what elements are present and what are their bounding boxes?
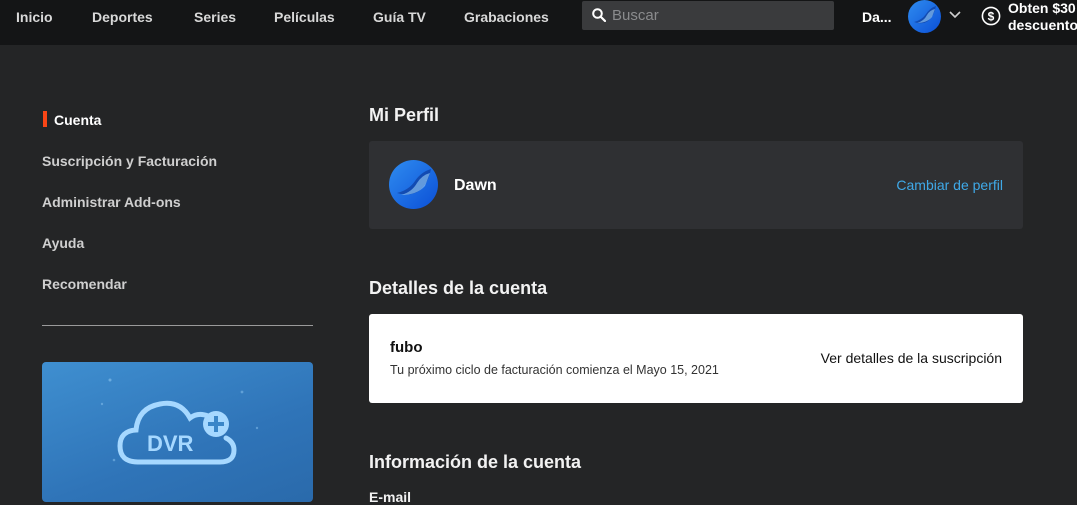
dvr-promo-card[interactable]: DVR — [42, 362, 313, 502]
sidebar-item-recomendar[interactable]: Recomendar — [42, 276, 127, 292]
top-navigation-bar: Inicio Deportes Series Películas Guía TV… — [0, 0, 1077, 45]
nav-item-deportes[interactable]: Deportes — [92, 0, 153, 34]
nav-item-grabaciones[interactable]: Grabaciones — [464, 0, 549, 34]
promo-line-2: descuento — [1008, 17, 1077, 33]
profile-card: Dawn Cambiar de perfil — [369, 141, 1023, 229]
nav-item-peliculas[interactable]: Películas — [274, 0, 335, 34]
change-profile-link[interactable]: Cambiar de perfil — [896, 177, 1003, 193]
nav-item-series[interactable]: Series — [194, 0, 236, 34]
svg-text:$: $ — [988, 10, 995, 24]
billing-cycle-text: Tu próximo ciclo de facturación comienza… — [390, 363, 719, 377]
dollar-icon[interactable]: $ — [981, 6, 1001, 26]
search-box[interactable] — [582, 1, 834, 30]
promo-line-1: Obten $30 — [1008, 0, 1076, 16]
profile-avatar-icon — [389, 160, 438, 209]
account-details-title: Detalles de la cuenta — [369, 278, 548, 298]
sidebar-item-suscripcion[interactable]: Suscripción y Facturación — [42, 153, 217, 169]
subscription-name: fubo — [390, 339, 423, 356]
user-avatar-icon[interactable] — [908, 0, 941, 33]
dvr-cloud-icon: DVR — [100, 378, 259, 465]
sidebar-item-add-ons[interactable]: Administrar Add-ons — [42, 194, 181, 210]
nav-item-inicio[interactable]: Inicio — [16, 0, 53, 34]
chevron-down-icon[interactable] — [949, 11, 961, 19]
sidebar-divider — [42, 325, 313, 326]
nav-item-guia-tv[interactable]: Guía TV — [373, 0, 426, 34]
active-indicator — [43, 111, 47, 127]
search-input[interactable] — [612, 1, 827, 30]
view-subscription-details-link[interactable]: Ver detalles de la suscripción — [821, 350, 1002, 366]
subscription-card: fubo Tu próximo ciclo de facturación com… — [369, 314, 1023, 403]
user-name[interactable]: Da... — [862, 0, 892, 34]
sidebar-item-ayuda[interactable]: Ayuda — [42, 235, 84, 251]
profile-name: Dawn — [454, 177, 497, 194]
account-info-title: Información de la cuenta — [369, 452, 582, 472]
search-icon — [592, 8, 606, 22]
profile-section-title: Mi Perfil — [369, 105, 440, 125]
promo-discount[interactable]: Obten $30 descuento — [1008, 0, 1077, 34]
dvr-label: DVR — [147, 431, 194, 456]
sidebar-item-cuenta[interactable]: Cuenta — [54, 112, 101, 128]
email-label: E-mail — [369, 489, 412, 505]
